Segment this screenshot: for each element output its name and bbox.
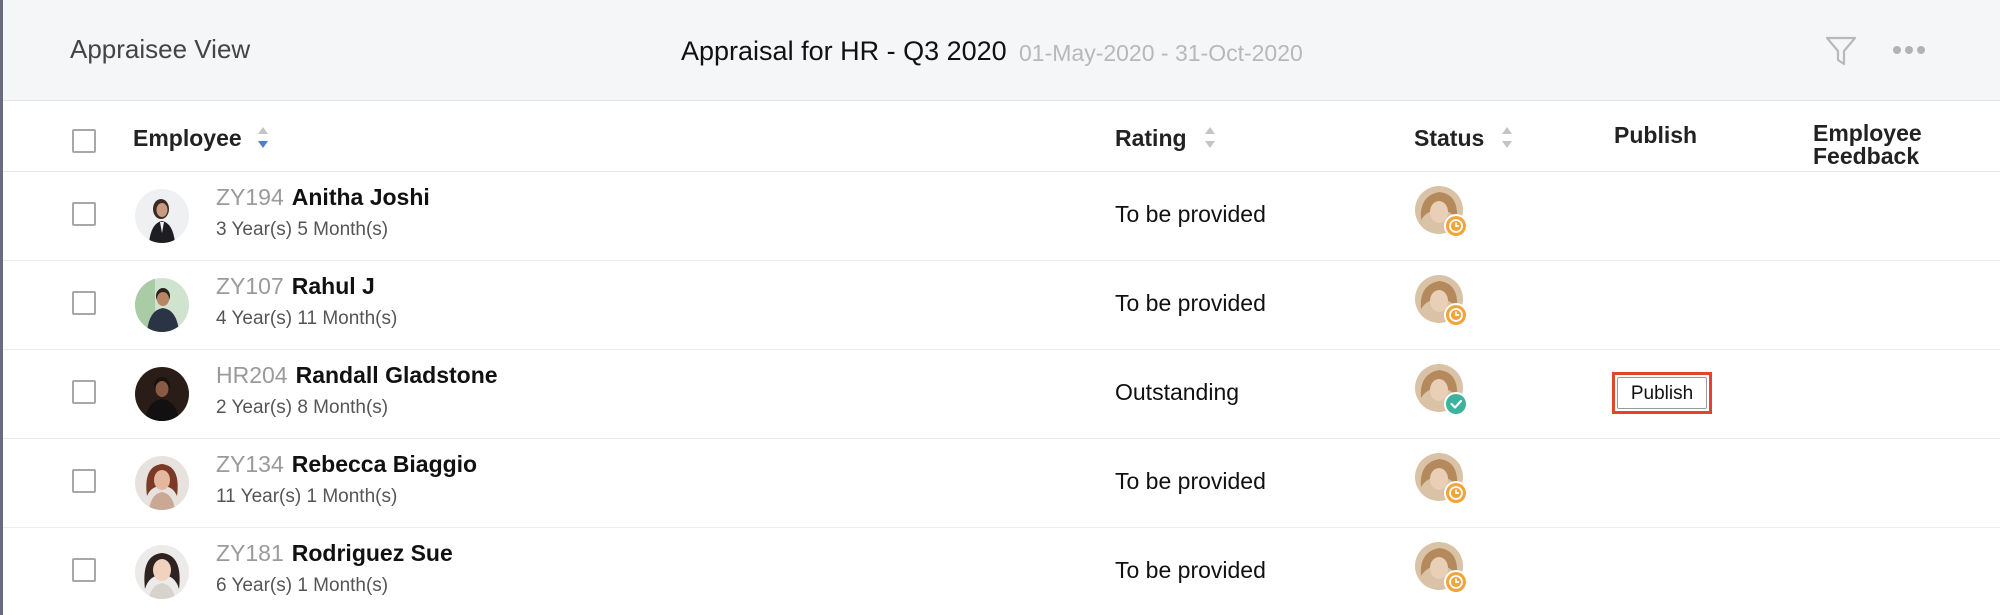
column-header-publish: Publish [1614, 122, 1698, 148]
top-bar: Appraisee View Appraisal for HR - Q3 202… [3, 0, 2000, 101]
column-header-employee[interactable]: Employee [133, 125, 242, 152]
view-switcher[interactable]: Appraisee View [70, 34, 250, 65]
status-avatar-pending[interactable] [1415, 453, 1469, 507]
rating-value: To be provided [1115, 201, 1266, 227]
filter-icon[interactable] [1823, 33, 1859, 69]
employee-avatar [135, 456, 189, 510]
employee-tenure: 2 Year(s) 8 Month(s) [216, 397, 389, 418]
employee-name[interactable]: Rodriguez Sue [292, 540, 453, 566]
table-row[interactable]: ZY107 Rahul J 4 Year(s) 11 Month(s) To be… [3, 261, 2000, 350]
table-row[interactable]: HR204 Randall Gladstone 2 Year(s) 8 Month… [3, 350, 2000, 439]
employee-tenure: 6 Year(s) 1 Month(s) [216, 575, 389, 596]
employee-id-line: ZY194 Anitha Joshi [216, 184, 430, 211]
publish-button[interactable]: Publish [1612, 372, 1712, 414]
column-header-employee-feedback: Employee Feedback [1813, 122, 1922, 168]
sort-icon[interactable] [257, 125, 269, 151]
publish-button-label: Publish [1617, 377, 1707, 409]
page-title: Appraisal for HR - Q3 2020 [681, 36, 1007, 66]
rating-value: To be provided [1115, 557, 1266, 583]
employee-avatar [135, 189, 189, 243]
status-avatar-pending[interactable] [1415, 186, 1469, 240]
employee-id: HR204 [216, 362, 288, 388]
table-row[interactable]: ZY181 Rodriguez Sue 6 Year(s) 1 Month(s) … [3, 528, 2000, 615]
employee-avatar [135, 545, 189, 599]
employee-name[interactable]: Rebecca Biaggio [292, 451, 477, 477]
rating-value: To be provided [1115, 468, 1266, 494]
employee-name[interactable]: Anitha Joshi [292, 184, 430, 210]
employee-tenure: 4 Year(s) 11 Month(s) [216, 308, 398, 329]
employee-tenure: 11 Year(s) 1 Month(s) [216, 486, 398, 507]
employee-avatar [135, 278, 189, 332]
sort-icon[interactable] [1501, 125, 1513, 151]
rating-value: To be provided [1115, 290, 1266, 316]
row-checkbox[interactable] [72, 469, 96, 493]
status-avatar-pending[interactable] [1415, 542, 1469, 596]
employee-tenure: 3 Year(s) 5 Month(s) [216, 219, 389, 240]
employee-id-line: ZY134 Rebecca Biaggio [216, 451, 477, 478]
status-avatar-pending[interactable] [1415, 275, 1469, 329]
column-header-feedback-line1: Employee [1813, 120, 1922, 146]
select-all-checkbox[interactable] [72, 129, 96, 153]
table-row[interactable]: ZY194 Anitha Joshi 3 Year(s) 5 Month(s) T… [3, 172, 2000, 261]
column-header-rating[interactable]: Rating [1115, 125, 1187, 152]
table-header: Employee Rating Status Publish Employee … [3, 101, 2000, 172]
sort-icon[interactable] [1204, 125, 1216, 151]
date-range: 01-May-2020 - 31-Oct-2020 [1019, 40, 1303, 66]
row-checkbox[interactable] [72, 202, 96, 226]
employee-id-line: ZY107 Rahul J [216, 273, 375, 300]
row-checkbox[interactable] [72, 558, 96, 582]
status-avatar-completed[interactable] [1415, 364, 1469, 418]
employee-id: ZY107 [216, 273, 284, 299]
employee-id: ZY134 [216, 451, 284, 477]
employee-id: ZY194 [216, 184, 284, 210]
rating-value: Outstanding [1115, 379, 1240, 405]
employee-name[interactable]: Rahul J [292, 273, 375, 299]
employee-name[interactable]: Randall Gladstone [296, 362, 498, 388]
employee-id-line: ZY181 Rodriguez Sue [216, 540, 453, 567]
employee-id-line: HR204 Randall Gladstone [216, 362, 498, 389]
employee-avatar [135, 367, 189, 421]
more-horizontal-icon[interactable] [1889, 33, 1929, 67]
row-checkbox[interactable] [72, 380, 96, 404]
column-header-feedback-line2: Feedback [1813, 143, 1920, 169]
table-row[interactable]: ZY134 Rebecca Biaggio 11 Year(s) 1 Month(… [3, 439, 2000, 528]
column-header-status[interactable]: Status [1414, 125, 1484, 152]
employee-id: ZY181 [216, 540, 284, 566]
row-checkbox[interactable] [72, 291, 96, 315]
